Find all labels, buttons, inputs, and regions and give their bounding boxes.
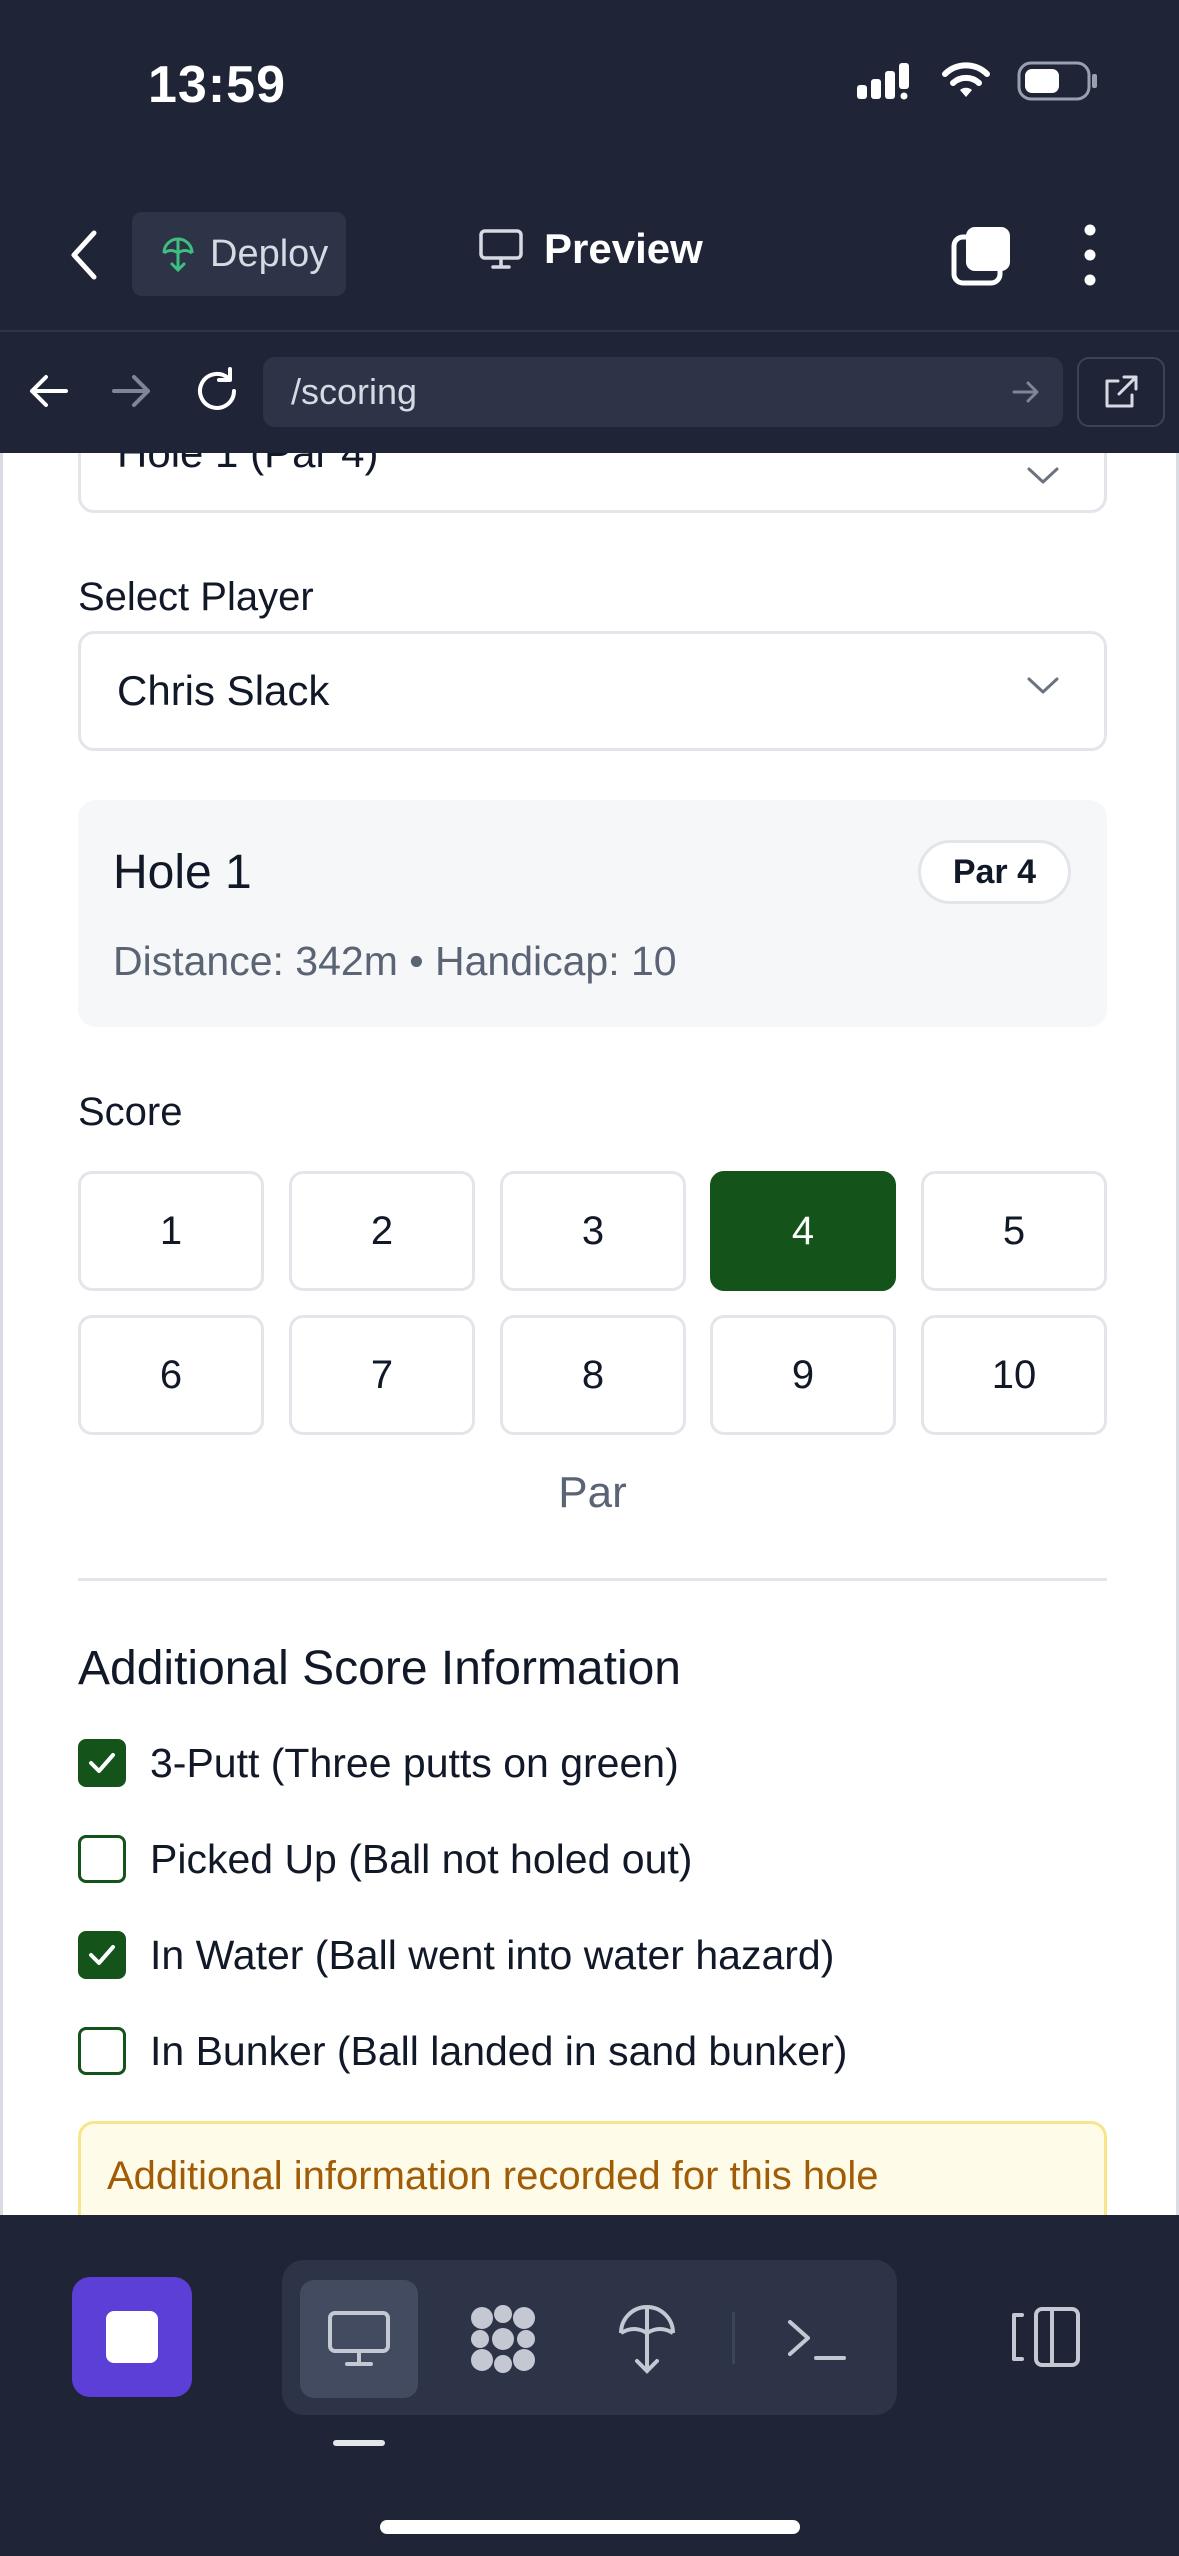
- checkbox-unchecked[interactable]: [78, 1835, 126, 1883]
- status-icons: [855, 60, 1099, 102]
- score-button-8[interactable]: 8: [500, 1315, 686, 1435]
- tool-preview[interactable]: [300, 2280, 418, 2398]
- additional-info-title: Additional Score Information: [78, 1642, 681, 1695]
- divider: [78, 1578, 1107, 1581]
- par-badge: Par 4: [917, 840, 1071, 904]
- external-link-icon: [1105, 375, 1138, 408]
- url-path: /scoring: [291, 371, 418, 412]
- status-bar: 13:59: [0, 0, 1179, 175]
- score-label: Score: [78, 1090, 183, 1134]
- wifi-icon: [942, 62, 990, 97]
- deploy-icon: [619, 2305, 675, 2374]
- checkbox-unchecked[interactable]: [78, 2027, 126, 2075]
- reload-icon[interactable]: [190, 364, 244, 418]
- checkbox-label: In Water (Ball went into water hazard): [150, 1931, 835, 1978]
- checkbox-row-3-putt[interactable]: 3-Putt (Three putts on green): [78, 1739, 679, 1787]
- monitor-icon: [328, 2311, 390, 2366]
- stop-button[interactable]: [72, 2277, 192, 2397]
- status-time: 13:59: [148, 56, 286, 114]
- tool-apps[interactable]: [444, 2280, 562, 2398]
- player-label: Select Player: [78, 575, 314, 619]
- player-select[interactable]: Chris Slack: [78, 631, 1107, 751]
- checkbox-row-picked-up[interactable]: Picked Up (Ball not holed out): [78, 1835, 692, 1883]
- checkmark-icon: [89, 1753, 115, 1773]
- score-button-7[interactable]: 7: [289, 1315, 475, 1435]
- terminal-icon: [788, 2320, 846, 2360]
- deploy-button[interactable]: Deploy: [132, 212, 346, 296]
- page-title: Preview: [544, 225, 703, 272]
- score-button-6[interactable]: 6: [78, 1315, 264, 1435]
- battery-icon: [1017, 61, 1097, 101]
- tool-deploy[interactable]: [588, 2280, 706, 2398]
- side-panel-icon[interactable]: [1008, 2305, 1084, 2369]
- score-result-text: Par: [558, 1468, 627, 1517]
- score-button-10[interactable]: 10: [921, 1315, 1107, 1435]
- hole-select-value: Hole 1 (Par 4): [117, 453, 378, 477]
- score-button-4-selected[interactable]: 4: [710, 1171, 896, 1291]
- url-bar: /scoring: [0, 330, 1179, 453]
- checkbox-label: In Bunker (Ball landed in sand bunker): [150, 2027, 848, 2074]
- score-button-5[interactable]: 5: [921, 1171, 1107, 1291]
- open-external-button[interactable]: [1077, 357, 1165, 427]
- monitor-icon: [479, 229, 523, 269]
- hole-select[interactable]: Hole 1 (Par 4): [78, 453, 1107, 513]
- info-banner: Additional information recorded for this…: [78, 2121, 1107, 2215]
- back-chevron-icon[interactable]: [60, 225, 110, 285]
- url-field[interactable]: /scoring: [263, 357, 1063, 427]
- stop-icon: [106, 2311, 158, 2363]
- active-tab-indicator: [333, 2440, 385, 2446]
- score-button-3[interactable]: 3: [500, 1171, 686, 1291]
- deploy-label: Deploy: [210, 232, 329, 275]
- player-select-value: Chris Slack: [117, 667, 330, 714]
- checkmark-icon: [89, 1945, 115, 1965]
- hole-meta: Distance: 342m • Handicap: 10: [113, 938, 677, 984]
- score-button-2[interactable]: 2: [289, 1171, 475, 1291]
- preview-content: Hole 1 (Par 4) Select Player Chris Slack…: [0, 453, 1179, 2215]
- home-indicator[interactable]: [380, 2520, 800, 2534]
- checkbox-row-in-bunker[interactable]: In Bunker (Ball landed in sand bunker): [78, 2027, 847, 2075]
- tool-separator: [732, 2312, 735, 2364]
- checkbox-row-in-water[interactable]: In Water (Ball went into water hazard): [78, 1931, 834, 1979]
- hole-info-card: Hole 1 Par 4 Distance: 342m • Handicap: …: [78, 800, 1107, 1027]
- apps-icon: [471, 2305, 535, 2373]
- bottom-toolbar: [0, 2215, 1179, 2556]
- deploy-icon: [162, 237, 194, 272]
- tool-group: [282, 2260, 897, 2415]
- checkbox-checked[interactable]: [78, 1739, 126, 1787]
- browser-back-icon[interactable]: [22, 364, 76, 418]
- browser-forward-icon[interactable]: [104, 364, 158, 418]
- preview-title: Preview: [478, 225, 703, 273]
- checkbox-checked[interactable]: [78, 1931, 126, 1979]
- go-arrow-icon[interactable]: [1009, 375, 1043, 409]
- chevron-down-icon: [1027, 677, 1059, 694]
- score-button-9[interactable]: 9: [710, 1315, 896, 1435]
- chevron-down-icon: [1027, 467, 1059, 484]
- cellular-signal-icon: [857, 63, 909, 100]
- hole-title: Hole 1: [113, 846, 252, 899]
- app-header: Deploy Preview: [0, 175, 1179, 330]
- tabs-icon[interactable]: [950, 225, 1014, 289]
- tool-terminal[interactable]: [758, 2280, 876, 2398]
- score-button-1[interactable]: 1: [78, 1171, 264, 1291]
- checkbox-label: 3-Putt (Three putts on green): [150, 1739, 679, 1786]
- checkbox-label: Picked Up (Ball not holed out): [150, 1835, 693, 1882]
- more-options-icon[interactable]: [1070, 220, 1110, 290]
